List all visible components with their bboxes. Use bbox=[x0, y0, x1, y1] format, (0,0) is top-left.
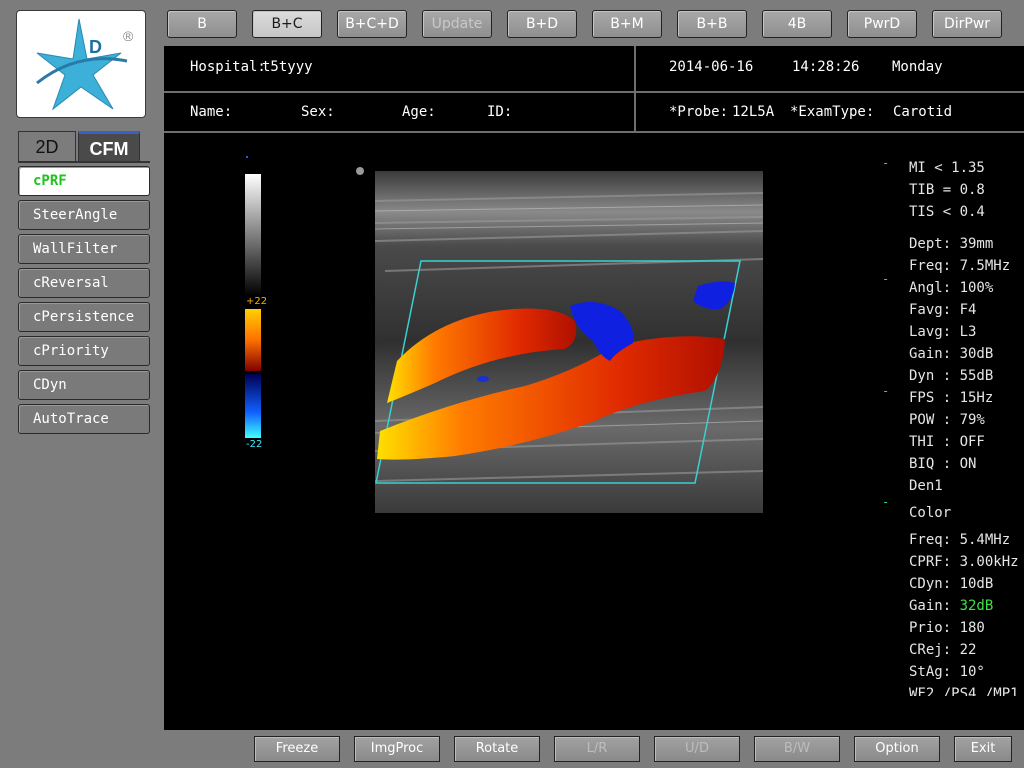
age-label: Age: bbox=[402, 104, 436, 120]
sidebar-item-cprf[interactable]: cPRF bbox=[18, 166, 150, 196]
mode-button-b-m[interactable]: B+M bbox=[592, 10, 662, 38]
param-fps: FPS : 15Hz bbox=[909, 390, 994, 406]
param-pow: POW : 79% bbox=[909, 412, 985, 428]
sex-label: Sex: bbox=[301, 104, 335, 120]
tab-cfm[interactable]: CFM bbox=[78, 131, 140, 162]
hospital-label: Hospital: bbox=[190, 59, 266, 75]
param-tis: TIS < 0.4 bbox=[909, 204, 985, 220]
sidebar-item-cpriority[interactable]: cPriority bbox=[18, 336, 150, 366]
mode-button-b-c[interactable]: B+C bbox=[252, 10, 322, 38]
ultrasound-image bbox=[375, 171, 763, 513]
flip-lr-button[interactable]: L/R bbox=[554, 736, 640, 762]
freeze-button[interactable]: Freeze bbox=[254, 736, 340, 762]
negative-velocity-bar bbox=[245, 374, 261, 438]
param-freq: Freq: 7.5MHz bbox=[909, 258, 1011, 274]
param-crej: CRej: 22 bbox=[909, 642, 977, 658]
flip-ud-button[interactable]: U/D bbox=[654, 736, 740, 762]
mode-button-dirpwr[interactable]: DirPwr bbox=[932, 10, 1002, 38]
exam-weekday: Monday bbox=[892, 59, 943, 75]
scale-marker bbox=[246, 156, 248, 158]
update-button[interactable]: Update bbox=[422, 10, 492, 38]
positive-velocity-bar bbox=[245, 309, 261, 371]
option-button[interactable]: Option bbox=[854, 736, 940, 762]
param-prio: Prio: 180 bbox=[909, 620, 985, 636]
exam-type-value: Carotid bbox=[893, 104, 953, 120]
param-color-freq: Freq: 5.4MHz bbox=[909, 532, 1011, 548]
mode-button-4b[interactable]: 4B bbox=[762, 10, 832, 38]
param-color-heading: Color bbox=[909, 505, 952, 521]
status-bar bbox=[164, 696, 1024, 730]
depth-tick: - bbox=[882, 495, 890, 509]
param-color-gain-value: 32dB bbox=[959, 598, 994, 614]
param-dyn: Dyn : 55dB bbox=[909, 368, 994, 384]
param-color-gain: Gain: 32dB bbox=[909, 598, 993, 614]
sidebar-item-creversal[interactable]: cReversal bbox=[18, 268, 150, 298]
param-lavg: Lavg: L3 bbox=[909, 324, 977, 340]
param-thi: THI : OFF bbox=[909, 434, 985, 450]
rotate-button[interactable]: Rotate bbox=[454, 736, 540, 762]
mode-button-b[interactable]: B bbox=[167, 10, 237, 38]
star-logo-icon: D ® bbox=[36, 18, 134, 111]
exam-type-label: *ExamType: bbox=[790, 104, 875, 120]
header-vertical-divider bbox=[634, 46, 636, 132]
focus-marker bbox=[356, 167, 364, 175]
probe-label: *Probe: bbox=[669, 104, 729, 120]
param-angle: Angl: 100% bbox=[909, 280, 994, 296]
exam-date: 2014-06-16 bbox=[669, 59, 754, 75]
grayscale-bar bbox=[245, 174, 261, 296]
sidebar-item-cdyn[interactable]: CDyn bbox=[18, 370, 150, 400]
mode-button-b-d[interactable]: B+D bbox=[507, 10, 577, 38]
bw-button[interactable]: B/W bbox=[754, 736, 840, 762]
sidebar-item-wallfilter[interactable]: WallFilter bbox=[18, 234, 150, 264]
header-bottom-divider bbox=[164, 131, 1024, 133]
param-color-gain-label: Gain: bbox=[909, 598, 960, 614]
hospital-value: t5tyyy bbox=[262, 59, 313, 75]
mode-button-b-c-d[interactable]: B+C+D bbox=[337, 10, 407, 38]
param-cprf: CPRF: 3.00kHz bbox=[909, 554, 1019, 570]
logo-letter: D bbox=[89, 37, 102, 57]
param-tib: TIB = 0.8 bbox=[909, 182, 985, 198]
exam-time: 14:28:26 bbox=[792, 59, 860, 75]
depth-tick: - bbox=[882, 272, 890, 286]
name-label: Name: bbox=[190, 104, 233, 120]
sidebar-item-steerangle[interactable]: SteerAngle bbox=[18, 200, 150, 230]
header-divider bbox=[164, 91, 1024, 93]
param-stag: StAg: 10° bbox=[909, 664, 985, 680]
tab-2d[interactable]: 2D bbox=[18, 131, 76, 162]
imgproc-button[interactable]: ImgProc bbox=[354, 736, 440, 762]
sidebar-item-autotrace[interactable]: AutoTrace bbox=[18, 404, 150, 434]
probe-value: 12L5A bbox=[732, 104, 775, 120]
param-gain: Gain: 30dB bbox=[909, 346, 994, 362]
mode-button-b-b[interactable]: B+B bbox=[677, 10, 747, 38]
param-mi: MI < 1.35 bbox=[909, 160, 985, 176]
tab-divider bbox=[18, 161, 150, 163]
mode-button-pwrd[interactable]: PwrD bbox=[847, 10, 917, 38]
param-cdyn: CDyn: 10dB bbox=[909, 576, 994, 592]
scale-bottom-label: -22 bbox=[246, 439, 263, 450]
id-label: ID: bbox=[487, 104, 513, 120]
param-den: Den1 bbox=[909, 478, 943, 494]
exit-button[interactable]: Exit bbox=[954, 736, 1012, 762]
depth-tick: - bbox=[882, 156, 890, 170]
sidebar-item-cpersistence[interactable]: cPersistence bbox=[18, 302, 150, 332]
param-depth: Dept: 39mm bbox=[909, 236, 994, 252]
registered-mark: ® bbox=[123, 28, 134, 44]
brand-logo: D ® bbox=[16, 10, 146, 118]
depth-tick: - bbox=[882, 384, 890, 398]
param-wf-ps-mp: WF2 /PS4 /MP1 bbox=[909, 686, 1019, 696]
param-favg: Favg: F4 bbox=[909, 302, 977, 318]
scale-top-label: +22 bbox=[246, 296, 268, 307]
param-biq: BIQ : ON bbox=[909, 456, 977, 472]
imaging-screen: Hospital: t5tyyy 2014-06-16 14:28:26 Mon… bbox=[164, 46, 1024, 696]
